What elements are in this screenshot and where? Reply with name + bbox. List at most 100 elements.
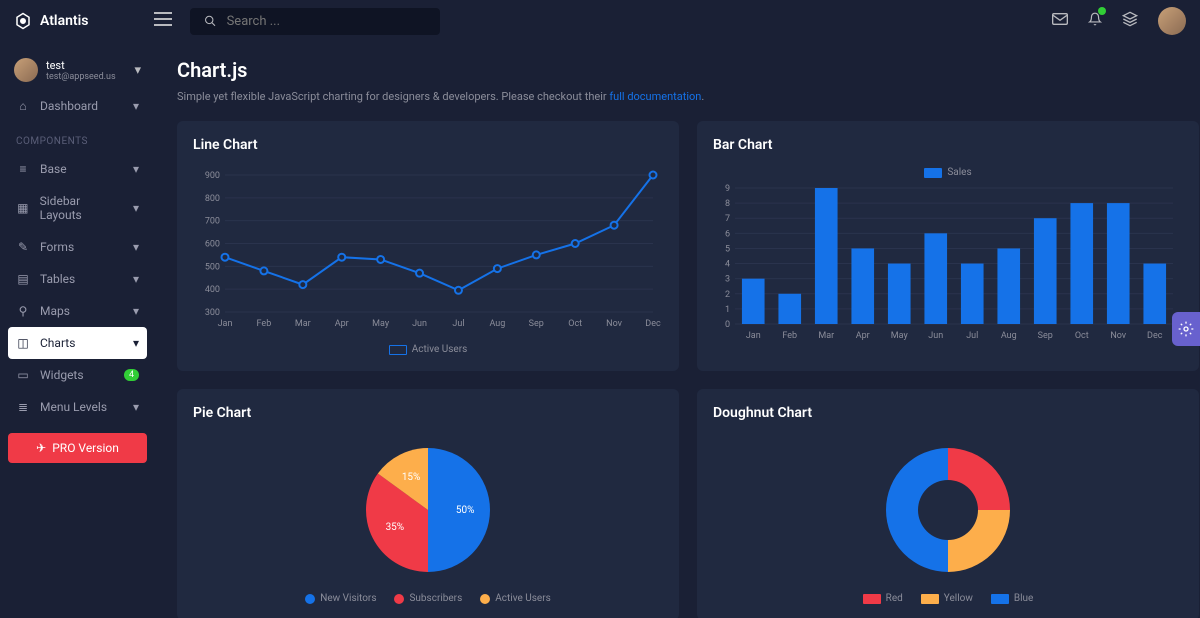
card-title: Doughnut Chart [713,405,1183,421]
topbar: Atlantis [0,0,1200,42]
chevron-down-icon: ▾ [133,201,139,215]
svg-text:Nov: Nov [1110,331,1126,341]
page-description: Simple yet flexible JavaScript charting … [177,90,1178,103]
sidebar-item-maps[interactable]: ⚲ Maps ▾ [8,295,147,327]
notifications-icon[interactable] [1088,11,1102,31]
chevron-down-icon: ▾ [133,336,139,350]
svg-text:50%: 50% [456,505,475,516]
menu-toggle-icon[interactable] [154,12,172,30]
sidebar-item-label: Menu Levels [40,400,107,414]
chevron-down-icon: ▾ [133,99,139,113]
sidebar-item-label: Sidebar Layouts [40,194,123,222]
svg-text:3: 3 [725,275,730,285]
bar-chart: 0123456789JanFebMarAprMayJunJulAugSepOct… [713,184,1183,348]
chevron-down-icon: ▾ [133,304,139,318]
svg-text:4: 4 [725,260,730,270]
chevron-down-icon: ▾ [133,162,139,176]
edit-icon: ✎ [16,240,30,254]
pro-button-label: PRO Version [52,441,119,455]
sidebar-item-layouts[interactable]: ▦ Sidebar Layouts ▾ [8,185,147,231]
svg-text:6: 6 [725,229,730,239]
layers-icon[interactable] [1122,11,1138,31]
layers-icon: ≡ [16,162,30,176]
svg-text:Oct: Oct [1075,331,1089,341]
sidebar-item-widgets[interactable]: ▭ Widgets 4 [8,359,147,391]
bar-chart-legend: Sales [713,167,1183,178]
svg-text:Oct: Oct [568,319,582,329]
svg-text:35%: 35% [386,522,405,533]
settings-drawer-toggle[interactable] [1172,312,1200,346]
user-name: test [46,59,116,72]
svg-text:Apr: Apr [335,319,349,329]
pie-chart-card: Pie Chart 50%35%15% New VisitorsSubscrib… [177,389,679,618]
pie-chart: 50% 35% 15% [193,435,663,585]
svg-text:300: 300 [205,308,220,318]
svg-text:May: May [372,319,390,329]
page-title: Chart.js [177,58,1178,82]
svg-text:Aug: Aug [489,319,505,329]
search-input[interactable] [227,14,426,29]
svg-text:Sep: Sep [529,319,544,329]
sidebar-user[interactable]: test test@appseed.us ▾ [8,50,147,90]
svg-text:5: 5 [725,244,730,254]
svg-text:15%: 15% [402,472,421,483]
brand-logo[interactable]: Atlantis [14,12,154,30]
sidebar-item-label: Base [40,162,67,176]
pro-button[interactable]: ✈ PRO Version [8,433,147,463]
svg-text:Mar: Mar [818,331,834,341]
svg-text:May: May [891,331,909,341]
svg-text:Feb: Feb [257,319,272,329]
sidebar-item-label: Forms [40,240,74,254]
list-icon: ≣ [16,400,30,414]
doughnut-chart [713,435,1183,585]
svg-text:900: 900 [205,171,220,181]
svg-text:9: 9 [725,184,730,194]
card-title: Bar Chart [713,137,1183,153]
sidebar-item-menu-levels[interactable]: ≣ Menu Levels ▾ [8,391,147,423]
widgets-badge: 4 [124,369,139,381]
sidebar-item-tables[interactable]: ▤ Tables ▾ [8,263,147,295]
doughnut-chart-legend: RedYellowBlue [713,593,1183,604]
bar-chart-card: Bar Chart Sales 0123456789JanFebMarAprMa… [697,121,1199,371]
svg-text:Jul: Jul [966,331,978,341]
sidebar-item-label: Maps [40,304,70,318]
svg-text:1: 1 [725,305,730,315]
svg-text:Dec: Dec [1147,331,1163,341]
svg-text:Jul: Jul [452,319,464,329]
svg-text:Aug: Aug [1001,331,1017,341]
home-icon: ⌂ [16,99,30,113]
sidebar-item-label: Widgets [40,368,84,382]
sidebar-item-label: Charts [40,336,75,350]
svg-text:400: 400 [205,285,220,295]
brand-text: Atlantis [40,13,88,29]
chevron-down-icon: ▾ [134,63,141,78]
sidebar: test test@appseed.us ▾ ⌂ Dashboard ▾ COM… [0,42,155,618]
main-content: Chart.js Simple yet flexible JavaScript … [155,42,1200,618]
docs-link[interactable]: full documentation [609,90,701,103]
search-icon [204,14,217,28]
line-chart-card: Line Chart 300400500600700800900JanFebMa… [177,121,679,371]
sidebar-item-dashboard[interactable]: ⌂ Dashboard ▾ [8,90,147,122]
svg-text:Dec: Dec [645,319,661,329]
svg-text:Apr: Apr [856,331,870,341]
svg-text:Sep: Sep [1038,331,1053,341]
svg-text:Jun: Jun [412,319,427,329]
user-avatar[interactable] [1158,7,1186,35]
line-chart-legend: Active Users [193,344,663,355]
svg-text:Jan: Jan [746,331,761,341]
pin-icon: ⚲ [16,304,30,318]
svg-text:Nov: Nov [606,319,622,329]
search-box[interactable] [190,8,440,35]
sidebar-item-charts[interactable]: ◫ Charts ▾ [8,327,147,359]
sidebar-item-forms[interactable]: ✎ Forms ▾ [8,231,147,263]
pie-chart-legend: New VisitorsSubscribersActive Users [193,593,663,604]
sidebar-item-base[interactable]: ≡ Base ▾ [8,153,147,185]
svg-text:2: 2 [725,290,730,300]
svg-text:500: 500 [205,262,220,272]
svg-text:Mar: Mar [295,319,311,329]
desktop-icon: ▭ [16,368,30,382]
messages-icon[interactable] [1052,13,1068,29]
svg-text:0: 0 [725,320,730,330]
sidebar-item-label: Tables [40,272,75,286]
notification-badge [1098,7,1106,15]
